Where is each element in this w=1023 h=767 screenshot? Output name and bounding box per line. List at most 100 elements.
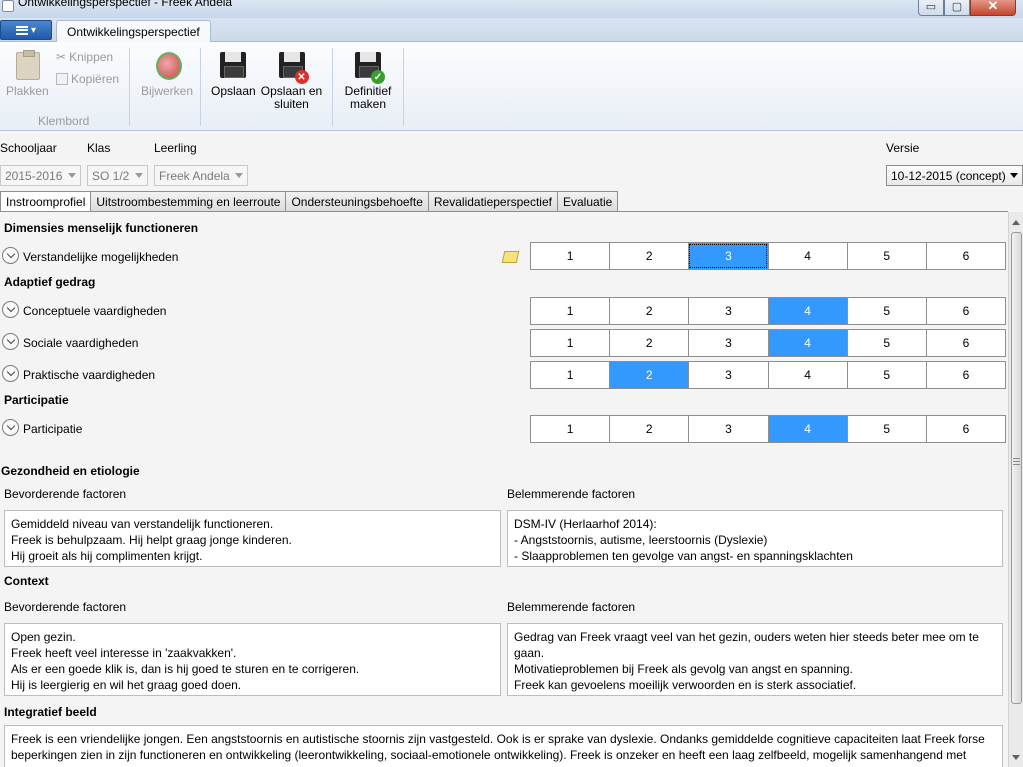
- rating-scale: 123456: [530, 361, 1006, 389]
- klas-select[interactable]: SO 1/2: [87, 165, 148, 186]
- expand-icon[interactable]: [2, 365, 19, 382]
- content-panel: Dimensies menselijk functioneren Verstan…: [0, 211, 1008, 767]
- rating-cell[interactable]: 6: [925, 362, 1005, 388]
- scroll-down-icon[interactable]: [1012, 755, 1020, 760]
- rating-cell[interactable]: 5: [846, 243, 926, 269]
- rating-cell[interactable]: 1: [531, 330, 609, 356]
- schooljaar-select[interactable]: 2015-2016: [0, 165, 81, 186]
- scrollbar-thumb[interactable]: [1011, 232, 1022, 704]
- adaptief-header: Adaptief gedrag: [4, 275, 96, 289]
- rating-cell[interactable]: 5: [846, 416, 926, 442]
- chevron-down-icon: ▾: [30, 24, 37, 36]
- rating-cell[interactable]: 6: [925, 416, 1005, 442]
- rating-cell[interactable]: 6: [925, 298, 1005, 324]
- tab-instroomprofiel[interactable]: Instroomprofiel: [0, 191, 92, 213]
- bevorderend-label: Bevorderende factoren: [4, 600, 127, 614]
- belemmerend-label: Belemmerende factoren: [507, 600, 636, 614]
- rating-cell[interactable]: 5: [846, 330, 926, 356]
- rating-cell[interactable]: 6: [925, 330, 1005, 356]
- ribbon-separator: [403, 48, 404, 126]
- row-label: Participatie: [23, 422, 83, 436]
- rating-cell[interactable]: 3: [688, 416, 767, 442]
- ribbon-separator: [129, 48, 130, 126]
- tab-revalidatieperspectief[interactable]: Revalidatieperspectief: [428, 191, 558, 212]
- integratief-field[interactable]: Freek is een vriendelijke jongen. Een an…: [4, 725, 1003, 767]
- cut-label: Knippen: [69, 50, 114, 64]
- leerling-value: Freek Andela: [159, 168, 230, 183]
- copy-button[interactable]: Kopiëren: [56, 72, 119, 86]
- rating-cell[interactable]: 3: [688, 362, 767, 388]
- paste-button[interactable]: Plakken: [6, 50, 49, 98]
- integratief-header: Integratief beeld: [4, 705, 97, 719]
- rating-cell[interactable]: 6: [925, 243, 1005, 269]
- expand-icon[interactable]: [2, 247, 19, 264]
- clipboard-group-label: Klembord: [38, 114, 90, 128]
- rating-cell[interactable]: 2: [609, 330, 688, 356]
- finalize-button[interactable]: ✓ Definitief maken: [340, 50, 396, 111]
- save-close-label: Opslaan en sluiten: [260, 84, 323, 111]
- rating-cell[interactable]: 5: [846, 362, 926, 388]
- ribbon-tab-ontwikkelingsperspectief[interactable]: Ontwikkelingsperspectief: [56, 20, 211, 43]
- gezondheid-bevorderend-field[interactable]: Gemiddeld niveau van verstandelijk funct…: [4, 510, 501, 567]
- rating-scale: 123456: [530, 329, 1006, 357]
- grip-icon: [1013, 458, 1020, 465]
- row-label: Praktische vaardigheden: [23, 368, 156, 382]
- maximize-button[interactable]: ▢: [944, 0, 970, 16]
- rating-cell[interactable]: 4: [767, 298, 847, 324]
- rating-cell[interactable]: 2: [609, 362, 689, 388]
- bevorderend-label: Bevorderende factoren: [4, 487, 127, 501]
- cut-button[interactable]: ✂ Knippen: [56, 50, 113, 64]
- rating-cell[interactable]: 2: [609, 243, 688, 269]
- close-button[interactable]: ✕: [970, 0, 1016, 16]
- context-bevorderend-field[interactable]: Open gezin. Freek heeft veel interesse i…: [4, 623, 501, 696]
- rating-cell[interactable]: 4: [767, 416, 847, 442]
- rating-cell[interactable]: 2: [609, 416, 688, 442]
- update-button[interactable]: Bijwerken: [141, 50, 193, 98]
- rating-cell[interactable]: 1: [531, 416, 609, 442]
- versie-select[interactable]: 10-12-2015 (concept): [886, 165, 1023, 186]
- note-icon[interactable]: [501, 251, 520, 263]
- tab-evaluatie[interactable]: Evaluatie: [557, 191, 619, 212]
- expand-icon[interactable]: [2, 419, 19, 436]
- rating-cell[interactable]: 4: [767, 243, 847, 269]
- menu-icon: [15, 25, 28, 35]
- gezondheid-belemmerend-field[interactable]: DSM-IV (Herlaarhof 2014): - Angststoorni…: [507, 510, 1003, 567]
- rating-cell[interactable]: 1: [531, 362, 609, 388]
- row-label: Sociale vaardigheden: [23, 336, 139, 350]
- rating-cell[interactable]: 2: [609, 298, 688, 324]
- participatie-header: Participatie: [4, 393, 69, 407]
- scroll-up-icon[interactable]: [1012, 220, 1020, 225]
- leerling-select[interactable]: Freek Andela: [154, 165, 248, 186]
- update-label: Bijwerken: [141, 84, 194, 98]
- tab-ondersteuningsbehoefte[interactable]: Ondersteuningsbehoefte: [286, 191, 429, 212]
- scissors-icon: ✂: [56, 50, 67, 64]
- content-tabs: Instroomprofiel Uitstroombestemming en l…: [0, 191, 619, 213]
- rating-cell[interactable]: 4: [767, 362, 847, 388]
- save-button[interactable]: Opslaan: [211, 50, 256, 98]
- copy-label: Kopiëren: [71, 72, 120, 86]
- minimize-button[interactable]: ▭: [918, 0, 944, 16]
- paste-label: Plakken: [6, 84, 49, 98]
- vertical-scrollbar[interactable]: [1008, 212, 1023, 767]
- context-belemmerend-field[interactable]: Gedrag van Freek vraagt veel van het gez…: [507, 623, 1003, 696]
- ribbon-separator: [332, 48, 333, 126]
- leerling-label: Leerling: [154, 141, 197, 155]
- rating-cell[interactable]: 3: [688, 298, 767, 324]
- rating-cell[interactable]: 1: [531, 298, 609, 324]
- versie-label: Versie: [886, 141, 920, 155]
- application-menu-button[interactable]: ▾: [0, 20, 52, 40]
- schooljaar-value: 2015-2016: [5, 168, 63, 183]
- row-label: Conceptuele vaardigheden: [23, 304, 167, 318]
- rating-cell[interactable]: 3: [688, 330, 767, 356]
- chevron-down-icon: [1010, 173, 1018, 178]
- expand-icon[interactable]: [2, 301, 19, 318]
- rating-cell[interactable]: 5: [846, 298, 926, 324]
- tab-uitstroombestemming[interactable]: Uitstroombestemming en leerroute: [91, 191, 287, 212]
- save-close-button[interactable]: ✕ Opslaan en sluiten: [259, 50, 324, 111]
- expand-icon[interactable]: [2, 333, 19, 350]
- rating-scale: 123456: [530, 297, 1006, 325]
- title-bar: Ontwikkelingsperspectief - Freek Andela …: [0, 0, 1023, 18]
- rating-cell[interactable]: 4: [767, 330, 847, 356]
- rating-cell[interactable]: 1: [531, 243, 609, 269]
- rating-cell[interactable]: 3: [688, 243, 768, 269]
